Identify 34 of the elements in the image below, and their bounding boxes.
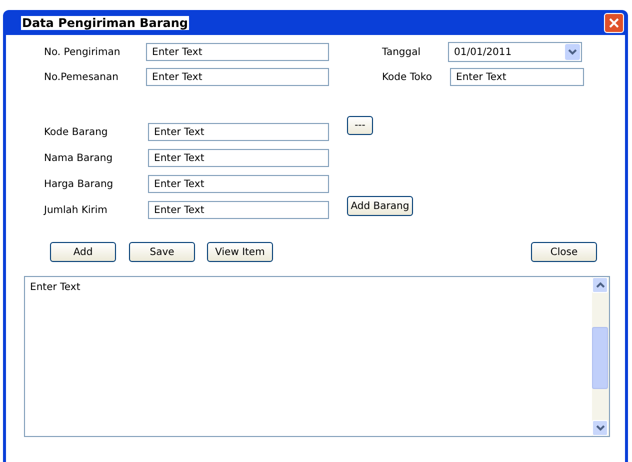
dropdown-button[interactable]	[565, 44, 580, 60]
scroll-up-button[interactable]	[592, 277, 608, 293]
field-label: No.Pemesanan	[44, 72, 120, 82]
field-label: Jumlah Kirim	[44, 204, 108, 216]
input-field[interactable]: Enter Text	[148, 201, 329, 219]
input-field[interactable]: Enter Text	[148, 123, 329, 141]
field-label: Harga Barang	[44, 178, 114, 190]
field-label: No. Pengiriman	[44, 46, 122, 58]
text-area[interactable]: Enter Text	[24, 276, 610, 437]
action-button[interactable]: View Item	[207, 242, 273, 262]
action-button[interactable]: Add	[50, 242, 116, 262]
close-dialog-button[interactable]: Close	[531, 242, 597, 262]
input-field[interactable]: Enter Text	[146, 43, 329, 61]
close-button[interactable]	[604, 12, 624, 32]
input-field[interactable]: Enter Text	[450, 68, 584, 86]
browse-button[interactable]: ---	[347, 116, 373, 135]
action-button[interactable]: Save	[129, 242, 195, 262]
chevron-down-icon	[596, 425, 604, 431]
input-field[interactable]: Enter Text	[148, 149, 329, 167]
window-title: Data Pengiriman Barang	[21, 16, 189, 30]
close-icon	[609, 18, 619, 28]
input-field[interactable]: Enter Text	[146, 68, 329, 86]
input-field[interactable]: Enter Text	[148, 175, 329, 193]
chevron-up-icon	[596, 282, 604, 288]
field-label: Tanggal	[382, 46, 422, 58]
scroll-down-button[interactable]	[592, 420, 608, 436]
scrollbar[interactable]	[592, 277, 609, 436]
field-label: Nama Barang	[44, 152, 114, 164]
field-label: Kode Toko	[382, 72, 433, 82]
chevron-down-icon	[568, 49, 577, 55]
add-item-button[interactable]: Add Barang	[347, 196, 413, 216]
scroll-thumb[interactable]	[592, 327, 608, 389]
field-label: Kode Barang	[44, 126, 109, 138]
date-dropdown[interactable]: 01/01/2011	[448, 42, 582, 62]
